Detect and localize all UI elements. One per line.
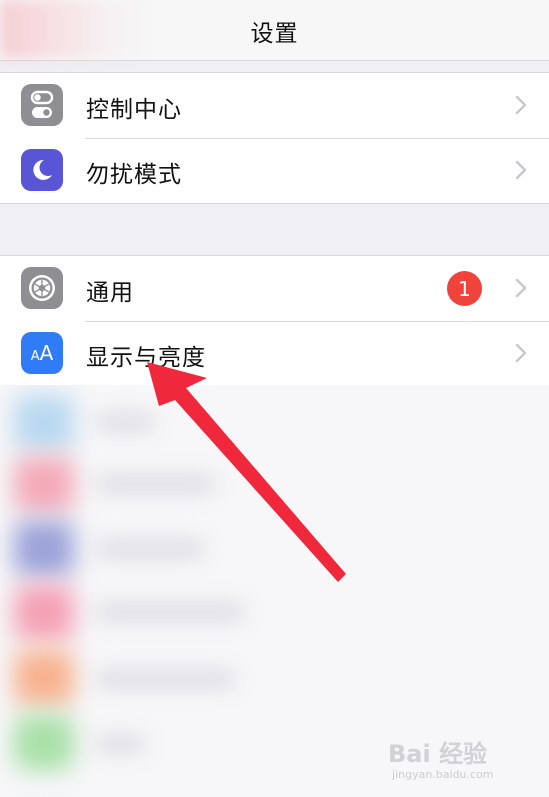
settings-row-do-not-disturb[interactable]: 勿扰模式 (0, 138, 549, 203)
control-center-icon (21, 84, 63, 126)
settings-group-2: 通用 1 AA 显示与亮度 (0, 255, 549, 386)
chevron-right-icon (515, 95, 527, 115)
settings-row-label: 显示与亮度 (86, 345, 206, 371)
settings-row-label: 通用 (86, 280, 134, 306)
chevron-right-icon (515, 278, 527, 298)
watermark-logo-text: Bai 经验 (388, 740, 488, 768)
blurred-icon (14, 715, 74, 770)
blurred-text (95, 735, 145, 753)
blurred-text (95, 413, 155, 431)
blurred-icon (14, 457, 74, 512)
settings-row-general[interactable]: 通用 1 (0, 256, 549, 321)
blurred-text (95, 670, 235, 688)
settings-row-display-brightness[interactable]: AA 显示与亮度 (0, 321, 549, 386)
chevron-right-icon (515, 343, 527, 363)
text-size-large-a: A (39, 341, 54, 365)
text-size-icon: AA (21, 332, 63, 374)
text-size-small-a: A (30, 349, 40, 364)
settings-group-1: 控制中心 勿扰模式 (0, 72, 549, 204)
chevron-right-icon (515, 160, 527, 180)
blurred-text (95, 603, 245, 621)
baidu-watermark: Bai 经验 jingyan.baidu.com (388, 732, 538, 792)
moon-icon (21, 149, 63, 191)
navigation-bar: 设置 (0, 0, 549, 61)
settings-row-label: 勿扰模式 (86, 162, 182, 188)
blurred-text (95, 540, 205, 558)
page-title: 设置 (250, 21, 299, 47)
blurred-icon (14, 521, 74, 576)
blurred-icon (14, 650, 74, 705)
blurred-text (95, 475, 215, 493)
settings-row-label: 控制中心 (86, 97, 182, 123)
gear-icon (21, 267, 63, 309)
notification-badge: 1 (447, 271, 482, 306)
blurred-icon (14, 585, 74, 640)
watermark-url: jingyan.baidu.com (392, 768, 494, 781)
blurred-icon (14, 395, 74, 450)
settings-row-control-center[interactable]: 控制中心 (0, 73, 549, 138)
